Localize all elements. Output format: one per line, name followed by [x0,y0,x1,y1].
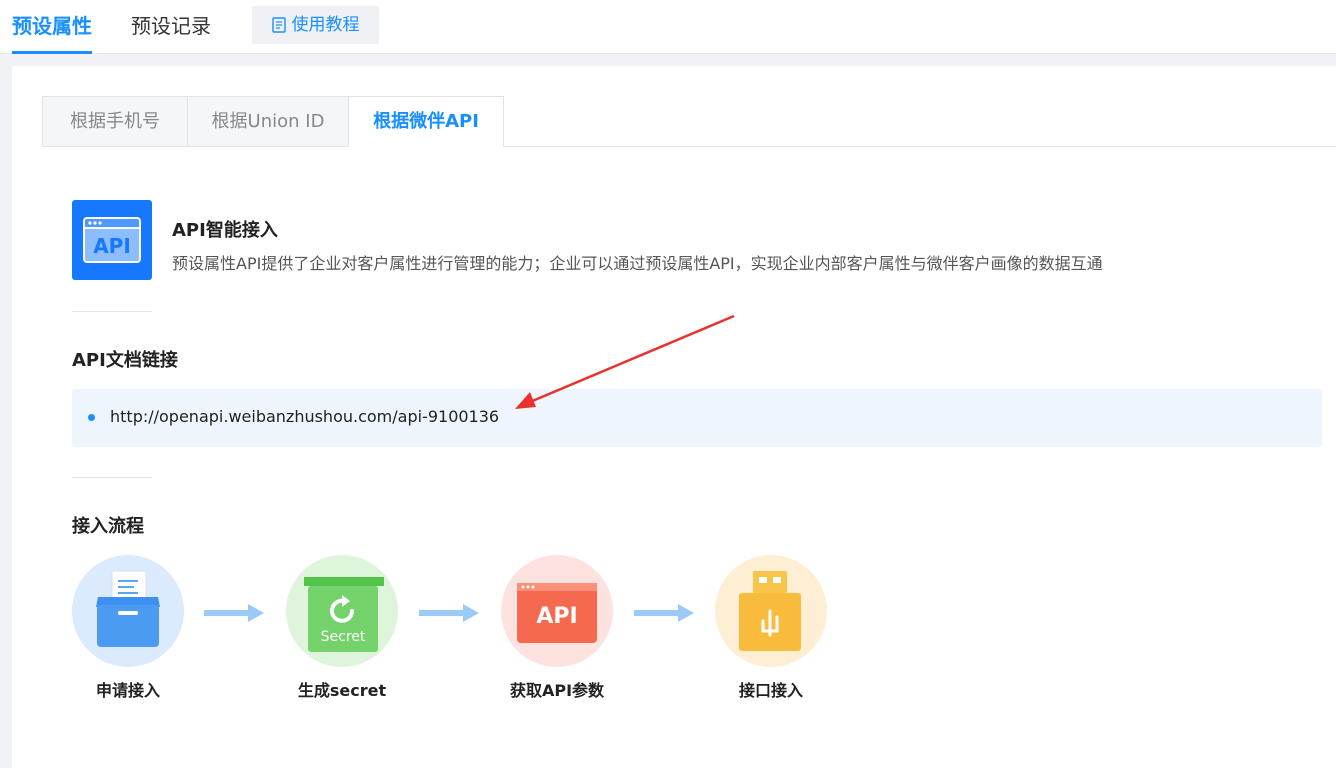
flow-step-label: 生成secret [297,681,387,700]
main-panel: 根据手机号 根据Union ID 根据微伴API API API智能接入 预设属… [12,66,1336,768]
doc-link-title: API文档链接 [72,350,178,371]
subtab-bar: 根据手机号 根据Union ID 根据微伴API [42,96,1336,147]
flow-step-secret: Secret 生成secret [286,555,398,700]
divider [72,311,152,312]
svg-text:Secret: Secret [321,629,366,645]
doc-link-url[interactable]: http://openapi.weibanzhushou.com/api-910… [110,407,499,426]
flow-step-interface: 接口接入 [715,555,827,700]
tab-preset-records[interactable]: 预设记录 [131,0,215,54]
secret-icon: Secret [286,555,398,667]
tutorial-button[interactable]: 使用教程 [252,6,379,44]
flow-step-apply: 申请接入 [72,555,184,700]
top-nav: 预设属性 预设记录 使用教程 [0,0,1336,54]
arrow-right-icon [634,604,694,622]
flow-step-api-params: API 获取API参数 [501,555,613,700]
arrow-right-icon [419,604,479,622]
doc-link-box: http://openapi.weibanzhushou.com/api-910… [72,389,1322,447]
subtab-by-weiban-api[interactable]: 根据微伴API [348,96,504,147]
flow-title: 接入流程 [72,516,144,537]
flow-step-label: 申请接入 [95,681,160,700]
svg-text:API: API [93,234,131,258]
usb-icon [715,555,827,667]
document-icon [271,17,286,33]
subtab-by-phone[interactable]: 根据手机号 [42,96,188,147]
bullet-dot [88,414,95,421]
api-window-icon: API [83,217,141,263]
flow-step-label: 接口接入 [738,681,803,700]
api-logo: API [72,200,152,280]
tab-preset-attributes[interactable]: 预设属性 [12,0,92,54]
svg-text:API: API [536,604,577,629]
intro-description: 预设属性API提供了企业对客户属性进行管理的能力；企业可以通过预设属性API，实… [172,254,1103,273]
folder-icon [72,555,184,667]
subtab-by-union-id[interactable]: 根据Union ID [187,96,349,147]
flow-step-label: 获取API参数 [509,681,605,700]
intro-title: API智能接入 [172,220,278,241]
arrow-right-icon [204,604,264,622]
api-icon: API [501,555,613,667]
divider [72,477,152,478]
tutorial-label: 使用教程 [291,15,360,35]
